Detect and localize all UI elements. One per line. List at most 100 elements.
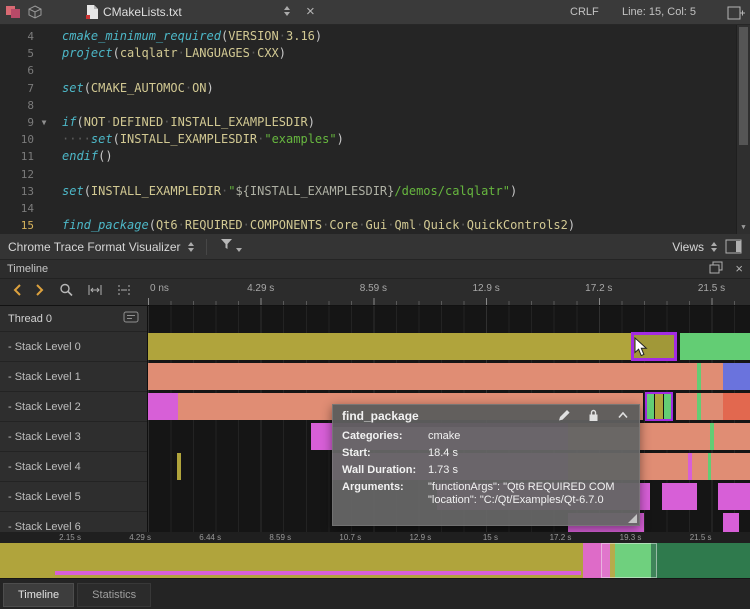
code-line[interactable]: set(CMAKE_AUTOMOC·ON) [62,80,736,97]
chevron-updown-icon [188,242,194,252]
code-line[interactable] [62,97,736,114]
bottom-tabs: TimelineStatistics [0,578,750,609]
range-select-button[interactable] [116,283,132,302]
code-line[interactable] [62,62,736,79]
overview-band [651,543,750,578]
trace-event[interactable] [714,423,750,450]
overview-label: 21.5 s [690,533,712,542]
thread-legend-icon[interactable] [123,311,139,326]
timeline-row [148,362,750,392]
code-line[interactable]: cmake_minimum_required(VERSION·3.16) [62,28,736,45]
ruler-label: 17.2 s [585,283,612,294]
gutter-line: 13 [0,183,56,200]
code-line[interactable]: ····set(INSTALL_EXAMPLESDIR·"examples") [62,131,736,148]
timeline-row-label[interactable]: - Stack Level 1 [0,362,147,392]
prev-event-button[interactable] [12,283,22,302]
tab-statistics[interactable]: Statistics [77,583,151,607]
trace-event[interactable] [645,392,674,421]
fit-width-button[interactable] [87,283,103,302]
gutter-line: 5 [0,45,56,62]
timeline-row-label[interactable]: - Stack Level 5 [0,482,147,512]
timeline-row-label[interactable]: - Stack Level 3 [0,422,147,452]
trace-event[interactable] [177,453,181,480]
trace-event[interactable] [723,393,750,420]
scrollbar-thumb[interactable] [739,27,748,145]
pink-squares-icon[interactable] [5,5,21,19]
trace-event[interactable] [718,483,750,510]
fold-marker-icon[interactable]: ▼ [34,114,54,131]
zoom-button[interactable] [58,282,74,302]
code-line[interactable]: endif() [62,148,736,165]
tooltip-row: Start:18.4 s [342,447,630,460]
trace-event[interactable] [148,333,631,360]
close-panel-icon[interactable]: × [735,263,743,275]
next-event-button[interactable] [35,283,45,302]
overview-label: 15 s [483,533,498,542]
code-line[interactable]: if(NOT·DEFINED·INSTALL_EXAMPLESDIR) [62,114,736,131]
trace-event[interactable] [148,393,178,420]
collapse-icon[interactable] [616,409,630,424]
gutter-line: 6 [0,62,56,79]
cursor-position[interactable]: Line: 15, Col: 5 [622,0,696,24]
scrollbar-down-arrow[interactable]: ▼ [737,221,750,234]
views-selector[interactable]: Views [664,234,725,259]
timeline-row-label[interactable]: - Stack Level 2 [0,392,147,422]
ruler-label: 0 ns [150,283,169,294]
trace-event[interactable] [723,513,739,532]
trace-event[interactable] [148,363,697,390]
timeline-overview[interactable]: 2.15 s4.29 s6.44 s8.59 s10.7 s12.9 s15 s… [0,532,750,578]
timeline-row-label[interactable]: - Stack Level 6 [0,512,147,532]
trace-event[interactable] [701,363,723,390]
open-new-split-icon[interactable] [727,5,746,21]
code-line[interactable]: project(calqlatr·LANGUAGES·CXX) [62,45,736,62]
code-line[interactable] [62,200,736,217]
timeline-row-label[interactable]: - Stack Level 4 [0,452,147,482]
views-layout-icon[interactable] [725,239,742,254]
chevron-updown-icon [711,242,717,252]
code-line[interactable]: find_package(Qt6·REQUIRED·COMPONENTS·Cor… [62,217,736,234]
timeline-row-label[interactable]: Thread 0 [0,306,147,332]
timeline-sidebar: Thread 0- Stack Level 0- Stack Level 1- … [0,306,148,532]
ruler-label: 21.5 s [698,283,725,294]
timeline-row [148,332,750,362]
trace-event[interactable] [676,393,697,420]
overview-selection[interactable] [601,543,657,578]
code-line[interactable] [62,166,736,183]
edit-icon[interactable] [557,408,571,425]
toolbar-separator [206,239,207,255]
trace-event[interactable] [711,453,750,480]
code-editor[interactable]: 456789▼101112131415 cmake_minimum_requir… [0,25,750,234]
tooltip-rows: Categories:cmakeStart:18.4 sWall Duratio… [333,427,639,507]
timeline-row [148,306,750,332]
document-switcher-icon[interactable] [284,6,290,16]
overview-label: 8.59 s [269,533,291,542]
detach-panel-icon[interactable] [709,261,723,277]
cube-icon[interactable] [27,5,43,19]
trace-event[interactable] [662,483,697,510]
mouse-cursor [634,337,648,362]
tab-timeline[interactable]: Timeline [3,583,74,607]
close-document-button[interactable]: × [306,5,315,19]
editor-scrollbar[interactable]: ▼ [736,25,750,234]
lock-icon[interactable] [587,408,600,425]
gutter-line: 12 [0,166,56,183]
tooltip-title: find_package [342,409,419,423]
gutter-line: 9▼ [0,114,56,131]
resize-grip[interactable] [628,514,637,523]
trace-event[interactable] [723,363,750,390]
line-ending-indicator[interactable]: CRLF [570,0,599,24]
trace-event[interactable] [692,453,708,480]
overview-label: 19.3 s [620,533,642,542]
editor-code[interactable]: cmake_minimum_required(VERSION·3.16)proj… [56,25,736,234]
overview-strip[interactable] [0,543,750,578]
trace-event[interactable] [701,393,723,420]
time-ruler[interactable]: 0 ns4.29 s8.59 s12.9 s17.2 s21.5 s [148,279,750,305]
trace-event[interactable] [680,333,750,360]
document-title[interactable]: CMakeLists.txt [103,0,182,24]
code-line[interactable]: set(INSTALL_EXAMPLEDIR·"${INSTALL_EXAMPL… [62,183,736,200]
filter-button[interactable] [211,234,250,259]
timeline-row-label[interactable]: - Stack Level 0 [0,332,147,362]
visualizer-selector[interactable]: Chrome Trace Format Visualizer [0,234,202,259]
chevron-updown-icon [284,6,290,16]
ruler-label: 12.9 s [472,283,499,294]
